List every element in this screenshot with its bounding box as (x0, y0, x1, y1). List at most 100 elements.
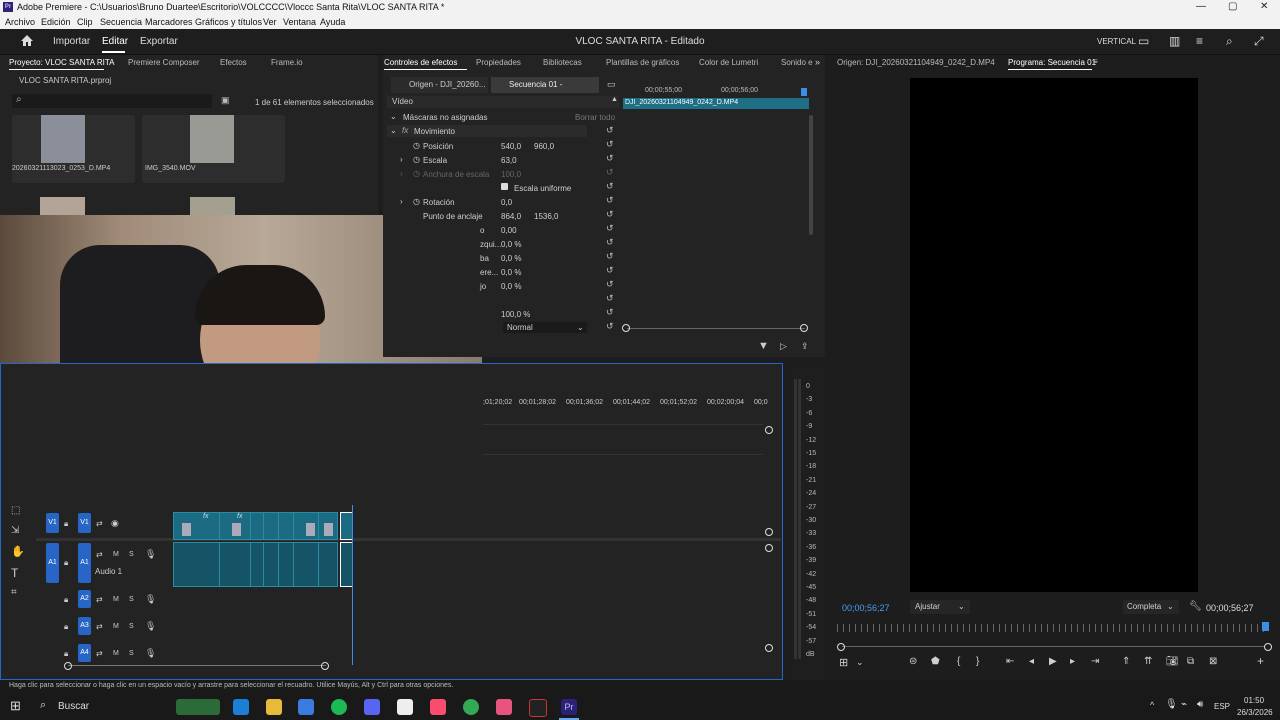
sequence-clip-tab[interactable]: Secuencia 01 - DJI_202... (491, 77, 599, 105)
expand-icon[interactable]: ⤢ (1254, 34, 1264, 49)
tab-plantillas-graficos[interactable]: Plantillas de gráficos (606, 58, 679, 67)
network-icon[interactable]: ⌁ (1181, 699, 1187, 710)
video-clip[interactable] (250, 512, 264, 540)
microphone-icon[interactable]: 🎙︎ (145, 648, 156, 659)
clock-time[interactable]: 01:50 (1244, 696, 1264, 705)
prop-value[interactable]: 0,0 % (501, 282, 521, 291)
timeline-zoom-end[interactable] (321, 662, 329, 670)
audio-clip[interactable] (250, 542, 264, 587)
opacity-value[interactable]: 100,0 % (501, 310, 530, 319)
tray-chevron-icon[interactable]: ^ (1150, 700, 1154, 710)
monitor-zoom-end[interactable] (1264, 643, 1272, 651)
lock-icon[interactable]: 🔒︎ (64, 558, 68, 568)
tab-sonido[interactable]: Sonido e (781, 58, 813, 67)
microphone-icon[interactable]: 🎙︎ (1165, 699, 1178, 710)
reset-icon[interactable]: ↺ (606, 209, 614, 220)
playhead-marker[interactable] (801, 88, 807, 96)
sync-lock-icon[interactable]: ⇄ (96, 595, 103, 604)
language-indicator[interactable]: ESP (1214, 702, 1230, 711)
menu-ayuda[interactable]: Ayuda (320, 17, 345, 27)
windows-start-icon[interactable]: ⊞ (10, 698, 21, 714)
go-to-out-icon[interactable]: ⇥ (1091, 656, 1099, 667)
a1-source-patch[interactable]: A1 (46, 543, 59, 583)
effect-scrollbar[interactable] (809, 115, 813, 235)
photos-icon[interactable] (496, 699, 512, 715)
monitor-playhead[interactable] (1262, 622, 1269, 631)
source-monitor-tab[interactable]: Origen: DJI_20260321104949_0242_D.MP4 (837, 58, 995, 67)
tab-premiere-composer[interactable]: Premiere Composer (128, 58, 200, 67)
compare-icon[interactable]: ⧉ (1187, 656, 1194, 667)
rotation-value[interactable]: 0,0 (501, 198, 512, 207)
menu-archivo[interactable]: Archivo (5, 17, 35, 27)
zoom-slider-end[interactable] (800, 324, 808, 332)
lift-icon[interactable]: ⇑ (1122, 656, 1130, 667)
a2-track-target[interactable]: A2 (78, 590, 91, 608)
position-x-value[interactable]: 540,0 (501, 142, 521, 151)
sync-lock-icon[interactable]: ⇄ (96, 649, 103, 658)
reset-icon[interactable]: ↺ (606, 223, 614, 234)
anchor-y-value[interactable]: 1536,0 (534, 212, 558, 221)
close-button[interactable]: ✕ (1260, 1, 1268, 12)
tab-controles-efectos[interactable]: Controles de efectos (384, 58, 457, 67)
menu-ventana[interactable]: Ventana (283, 17, 316, 27)
capcut-icon[interactable] (397, 699, 413, 715)
bin-icon[interactable]: ▣ (221, 95, 230, 106)
timeline-zoom-bar[interactable] (68, 665, 326, 666)
layout-icon[interactable]: ▭ (1138, 34, 1149, 48)
clock-date[interactable]: 26/3/2026 (1237, 708, 1273, 717)
menu-ver[interactable]: Ver (263, 17, 277, 27)
minimize-button[interactable]: — (1196, 1, 1206, 12)
marker-icon[interactable]: ⬟ (931, 656, 940, 667)
microphone-icon[interactable]: 🎙︎ (145, 594, 156, 605)
tab-propiedades[interactable]: Propiedades (476, 58, 521, 67)
monitor-time-ruler[interactable] (837, 624, 1267, 632)
prop-value[interactable]: 0,0 % (501, 268, 521, 277)
lock-icon[interactable]: 🔒︎ (64, 595, 68, 605)
reset-icon[interactable]: ↺ (606, 279, 614, 290)
selection-tool-icon[interactable]: ⬚ (11, 505, 20, 516)
play-icon[interactable]: ▶ (1049, 656, 1057, 667)
video-clip[interactable]: fx (173, 512, 220, 540)
position-y-value[interactable]: 960,0 (534, 142, 554, 151)
v1-source-patch[interactable]: V1 (46, 513, 59, 533)
tab-lumetri[interactable]: Color de Lumetri (699, 58, 758, 67)
reset-icon[interactable]: ↺ (606, 321, 614, 332)
safe-margins-icon[interactable]: ⊞ (839, 656, 848, 669)
more-tabs-icon[interactable]: » (815, 57, 820, 67)
microphone-icon[interactable]: 🎙︎ (145, 621, 156, 632)
a1-track-target[interactable]: A1 (78, 543, 91, 583)
tab-menu-icon[interactable]: ≡ (1093, 57, 1098, 66)
vertical-scroll-handle[interactable] (765, 644, 773, 652)
reset-icon[interactable]: ↺ (606, 237, 614, 248)
video-clip[interactable] (263, 512, 279, 540)
fit-select[interactable]: Ajustar ⌄ (910, 600, 970, 614)
mute-button[interactable]: M (113, 623, 119, 630)
sync-lock-icon[interactable]: ⇄ (96, 550, 103, 559)
lock-icon[interactable]: 🔒︎ (64, 622, 68, 632)
filter-icon[interactable]: ▼ (758, 340, 769, 352)
mute-button[interactable]: M (113, 551, 119, 558)
collapse-icon[interactable]: ▲ (611, 96, 618, 103)
reset-icon[interactable]: ↺ (606, 195, 614, 206)
file-explorer-icon[interactable] (266, 699, 282, 715)
reset-icon[interactable]: ↺ (606, 307, 614, 318)
step-back-icon[interactable]: ◂ (1029, 656, 1034, 667)
uniform-scale-checkbox[interactable] (501, 183, 508, 190)
stopwatch-icon[interactable]: ◷ (413, 197, 420, 206)
stopwatch-icon[interactable]: ◷ (413, 141, 420, 150)
multicam-icon[interactable]: ⊠ (1209, 656, 1217, 667)
solo-button[interactable]: S (129, 623, 134, 630)
audio-clip[interactable] (263, 542, 279, 587)
store-icon[interactable] (298, 699, 314, 715)
video-clip[interactable] (278, 512, 294, 540)
camera-icon[interactable]: 📷︎ (1166, 656, 1179, 667)
panel-icon[interactable]: ▥ (1169, 34, 1180, 48)
prop-value[interactable]: 0,00 (501, 226, 517, 235)
playhead-line[interactable] (352, 505, 353, 665)
vertical-scroll-handle[interactable] (765, 528, 773, 536)
project-search-input[interactable]: ⌕ (12, 94, 212, 108)
copilot-icon[interactable] (233, 699, 249, 715)
export-icon[interactable]: ⇪ (801, 341, 809, 352)
mark-out-icon[interactable]: } (976, 656, 979, 667)
reset-icon[interactable]: ↺ (606, 293, 614, 304)
